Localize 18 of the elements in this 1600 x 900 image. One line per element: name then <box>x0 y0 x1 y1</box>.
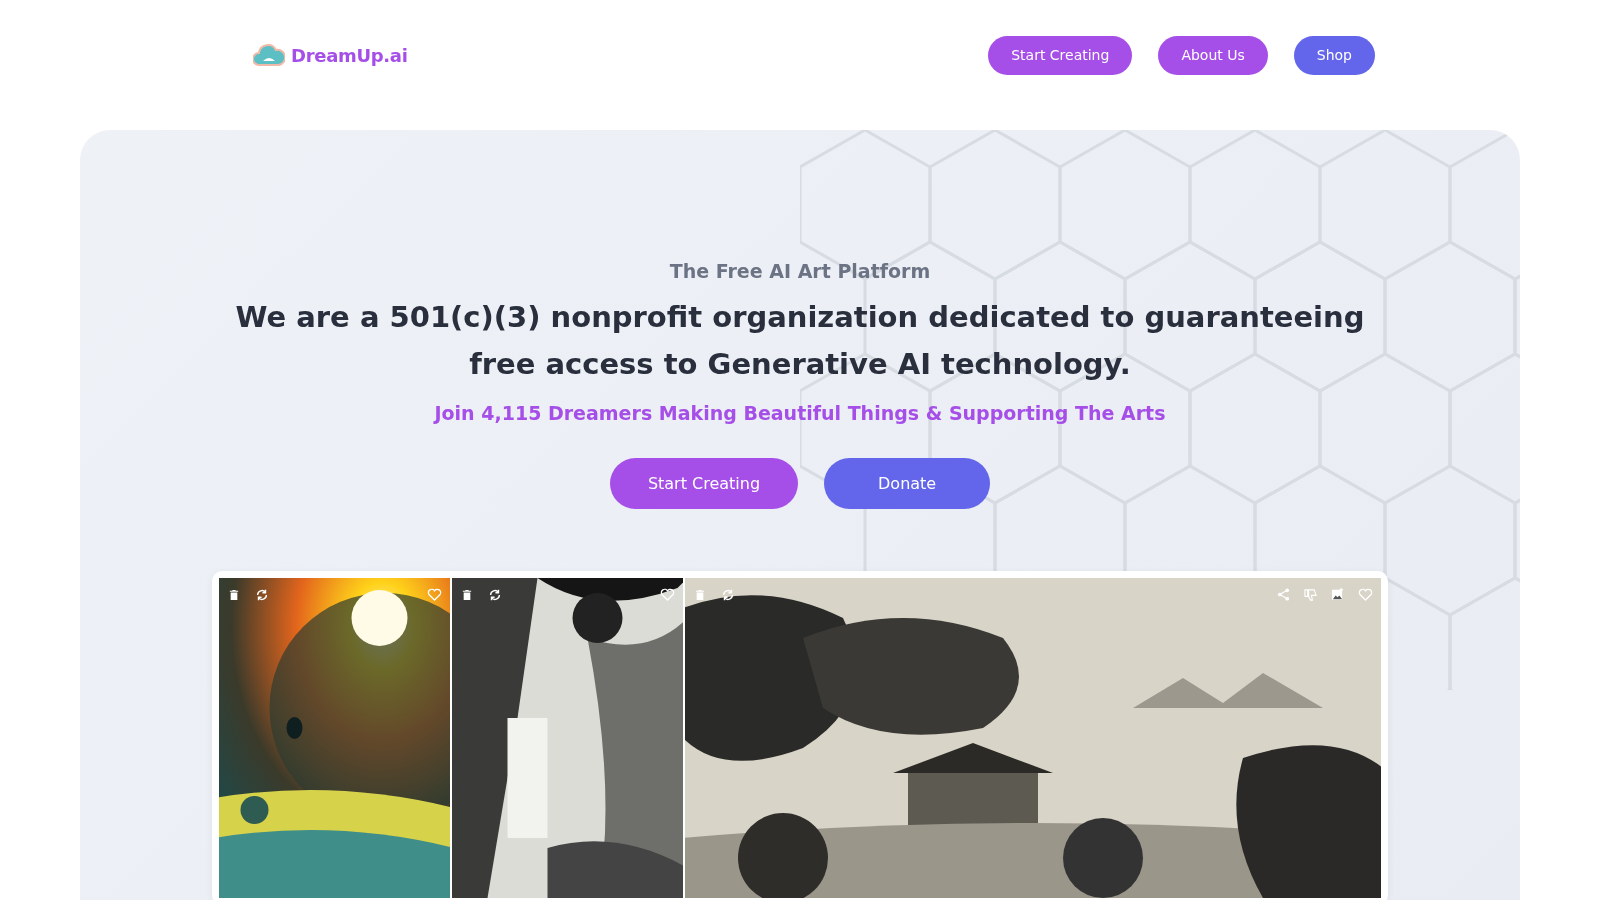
hero-headline: We are a 501(c)(3) nonprofit organization dedicated to guaranteeing free access to Generative AI technology. <box>234 299 1366 383</box>
logo-text[interactable]: DreamUp.ai <box>291 44 408 66</box>
trash-icon[interactable] <box>462 589 472 601</box>
nav-button[interactable]: About Us <box>1158 35 1268 75</box>
hero-tagline: Join 4,115 Dreamers Making Beautiful Things & Supporting The Arts <box>434 402 1166 424</box>
nav-button[interactable]: Start Creating <box>988 35 1133 75</box>
start-creating-button[interactable]: Start Creating <box>609 458 799 509</box>
nav-button[interactable]: Shop <box>1293 35 1375 75</box>
thumbs-down-icon[interactable] <box>1304 588 1317 601</box>
heart-icon[interactable] <box>660 588 675 601</box>
refresh-icon[interactable] <box>721 588 735 602</box>
cloud-logo-icon <box>253 43 285 67</box>
trash-icon[interactable] <box>229 589 239 601</box>
image-icon[interactable] <box>1331 588 1344 601</box>
hero-eyebrow: The Free AI Art Platform <box>669 260 931 282</box>
refresh-icon[interactable] <box>488 588 502 602</box>
refresh-icon[interactable] <box>255 588 269 602</box>
donate-button[interactable]: Donate <box>824 458 991 509</box>
